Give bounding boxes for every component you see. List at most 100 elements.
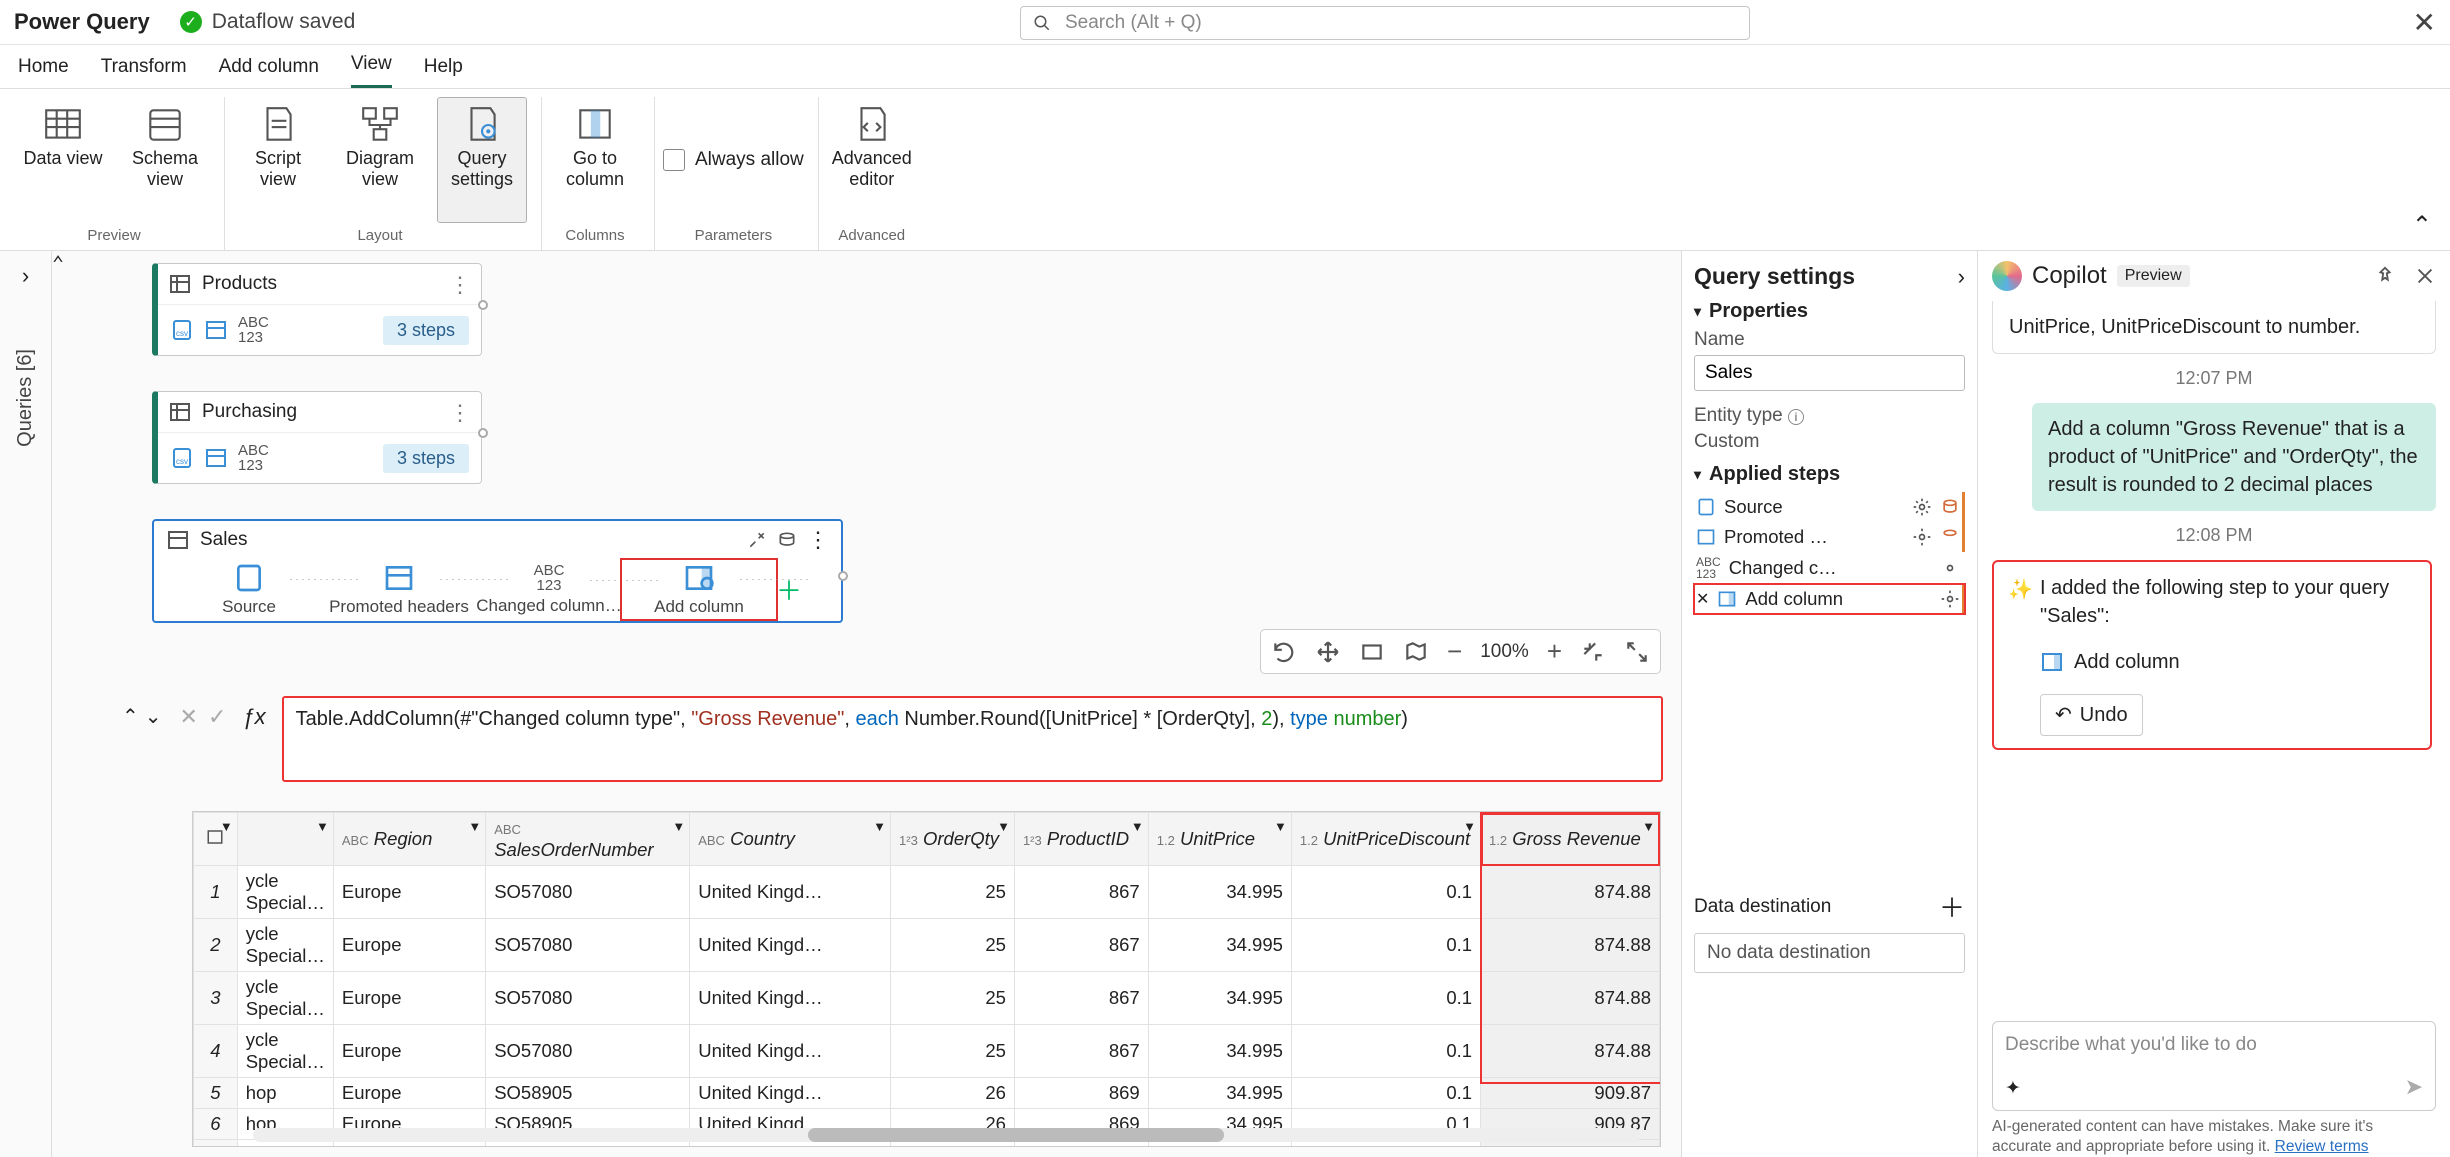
schema-view-button[interactable]: Schema view bbox=[120, 97, 210, 223]
menu-transform[interactable]: Transform bbox=[101, 56, 187, 88]
port-dot[interactable] bbox=[478, 300, 488, 310]
close-button[interactable]: ✕ bbox=[2413, 6, 2436, 39]
zoom-in-button[interactable]: + bbox=[1547, 636, 1562, 667]
advanced-editor-button[interactable]: Advanced editor bbox=[827, 97, 917, 223]
fit-icon[interactable] bbox=[1359, 639, 1385, 665]
menu-help[interactable]: Help bbox=[424, 56, 463, 88]
horizontal-scrollbar[interactable] bbox=[253, 1128, 1640, 1142]
formula-expand-button[interactable]: ⌃ bbox=[52, 251, 64, 275]
script-view-button[interactable]: Script view bbox=[233, 97, 323, 223]
applied-steps-section[interactable]: Applied steps bbox=[1694, 463, 1965, 486]
step-next-button[interactable]: ⌄ bbox=[145, 704, 162, 729]
column-header[interactable]: ABC Country▼ bbox=[690, 813, 891, 866]
query-card-products[interactable]: Products ⋮ csv ABC123 3 steps bbox=[152, 263, 482, 356]
expand-diagonal-icon[interactable] bbox=[1624, 639, 1650, 665]
goto-column-icon bbox=[574, 104, 616, 146]
collapse-diagonal-icon[interactable] bbox=[1580, 639, 1606, 665]
csv-icon: csv bbox=[170, 446, 194, 470]
column-header[interactable]: 1.2 UnitPriceDiscount▼ bbox=[1291, 813, 1480, 866]
name-input[interactable] bbox=[1694, 355, 1965, 391]
query-settings-icon bbox=[461, 104, 503, 146]
step-changed-column[interactable]: ABC123 Changed column… bbox=[474, 563, 624, 616]
data-destination-section[interactable]: Data destination bbox=[1694, 896, 1831, 918]
diagram-canvas[interactable]: Products ⋮ csv ABC123 3 steps Purchasing… bbox=[52, 251, 1682, 1157]
info-icon[interactable]: i bbox=[1788, 409, 1804, 425]
applied-step-source[interactable]: Source bbox=[1694, 492, 1965, 522]
applied-step-promoted[interactable]: Promoted … bbox=[1694, 522, 1965, 552]
applied-step-add-column[interactable]: ✕ Add column bbox=[1694, 584, 1965, 614]
card-menu-button[interactable]: ⋮ bbox=[449, 279, 471, 290]
undo-button[interactable]: ↶ Undo bbox=[2040, 694, 2143, 736]
no-destination-box[interactable]: No data destination bbox=[1694, 933, 1965, 973]
steps-badge[interactable]: 3 steps bbox=[383, 316, 469, 345]
query-card-purchasing[interactable]: Purchasing ⋮ csv ABC123 3 steps bbox=[152, 391, 482, 484]
gear-icon[interactable] bbox=[1940, 589, 1960, 609]
query-card-sales[interactable]: Sales ⋮ Source Promoted headers ABC123 bbox=[152, 519, 843, 623]
gear-icon[interactable] bbox=[1912, 497, 1932, 517]
copilot-input[interactable]: Describe what you'd like to do ✦ ➤ bbox=[1992, 1021, 2436, 1111]
query-settings-button[interactable]: Query settings bbox=[437, 97, 527, 223]
datasource-icon[interactable] bbox=[777, 530, 797, 550]
scrollbar-thumb[interactable] bbox=[808, 1128, 1224, 1142]
menu-add-column[interactable]: Add column bbox=[219, 56, 319, 88]
column-header[interactable]: ABC Region▼ bbox=[333, 813, 485, 866]
column-header[interactable]: 1.2 UnitPrice▼ bbox=[1148, 813, 1291, 866]
gear-icon[interactable] bbox=[1940, 558, 1960, 578]
card-menu-button[interactable]: ⋮ bbox=[807, 527, 829, 553]
search-box[interactable]: Search (Alt + Q) bbox=[1020, 6, 1750, 40]
properties-section[interactable]: Properties bbox=[1694, 300, 1965, 323]
port-dot[interactable] bbox=[478, 428, 488, 438]
step-add-column[interactable]: Add column bbox=[624, 562, 774, 617]
table-row[interactable]: 2ycle Special…EuropeSO57080United Kingd…… bbox=[194, 919, 1660, 972]
card-menu-button[interactable]: ⋮ bbox=[449, 407, 471, 418]
column-header[interactable]: ▼ bbox=[237, 813, 333, 866]
table-row[interactable]: 3ycle Special…EuropeSO57080United Kingd…… bbox=[194, 972, 1660, 1025]
table-row[interactable]: 4ycle Special…EuropeSO57080United Kingd…… bbox=[194, 1025, 1660, 1078]
commit-formula-button[interactable]: ✓ bbox=[208, 704, 226, 730]
datasource-icon[interactable] bbox=[1940, 527, 1960, 547]
entity-type-value: Custom bbox=[1694, 431, 1965, 453]
menu-view[interactable]: View bbox=[351, 53, 392, 88]
menu-home[interactable]: Home bbox=[18, 56, 69, 88]
search-icon bbox=[1033, 14, 1051, 32]
goto-column-button[interactable]: Go to column bbox=[550, 97, 640, 223]
zoom-out-button[interactable]: − bbox=[1447, 636, 1462, 667]
close-copilot-button[interactable] bbox=[2414, 265, 2436, 287]
column-header[interactable]: 1²3 ProductID▼ bbox=[1014, 813, 1148, 866]
collapse-icon[interactable] bbox=[747, 530, 767, 550]
send-button[interactable]: ➤ bbox=[2405, 1074, 2423, 1100]
steps-badge[interactable]: 3 steps bbox=[383, 444, 469, 473]
pin-icon[interactable] bbox=[2374, 265, 2396, 287]
gear-icon[interactable] bbox=[1912, 527, 1932, 547]
minimap-icon[interactable] bbox=[1403, 639, 1429, 665]
collapse-settings-button[interactable]: › bbox=[1958, 264, 1965, 290]
advanced-editor-icon bbox=[851, 104, 893, 146]
cancel-formula-button[interactable]: ✕ bbox=[180, 704, 198, 730]
step-prev-button[interactable]: ⌃ bbox=[122, 704, 139, 729]
port-dot[interactable] bbox=[838, 571, 848, 581]
data-view-button[interactable]: Data view bbox=[18, 97, 108, 223]
wand-icon: ✨ bbox=[2008, 576, 2033, 604]
applied-step-changed[interactable]: ABC123 Changed c… bbox=[1694, 552, 1965, 584]
sparkle-icon[interactable]: ✦ bbox=[2005, 1077, 2021, 1100]
diagram-view-button[interactable]: Diagram view bbox=[335, 97, 425, 223]
step-promoted-headers[interactable]: Promoted headers bbox=[324, 562, 474, 617]
column-header[interactable]: ▼ bbox=[194, 813, 238, 866]
review-terms-link[interactable]: Review terms bbox=[2275, 1138, 2369, 1155]
add-destination-button[interactable]: ＋ bbox=[1939, 888, 1965, 925]
always-allow-check[interactable]: Always allow bbox=[663, 97, 804, 223]
formula-bar[interactable]: Table.AddColumn(#"Changed column type", … bbox=[282, 696, 1663, 782]
table-row[interactable]: 1ycle Special…EuropeSO57080United Kingd…… bbox=[194, 866, 1660, 919]
step-source[interactable]: Source bbox=[174, 562, 324, 617]
preview-table[interactable]: ▼▼ABC Region▼ABC SalesOrderNumber▼ABC Co… bbox=[192, 811, 1661, 1147]
table-row[interactable]: 5hopEuropeSO58905United Kingd…2686934.99… bbox=[194, 1078, 1660, 1109]
column-header[interactable]: ABC SalesOrderNumber▼ bbox=[486, 813, 690, 866]
column-header[interactable]: 1.2 Gross Revenue▼ bbox=[1481, 813, 1660, 866]
column-header[interactable]: 1²3 OrderQty▼ bbox=[891, 813, 1015, 866]
pan-icon[interactable] bbox=[1315, 639, 1341, 665]
expand-queries-button[interactable]: › bbox=[22, 263, 29, 289]
ribbon-collapse-button[interactable]: ⌃ bbox=[2412, 211, 2432, 240]
delete-step-button[interactable]: ✕ bbox=[1696, 589, 1709, 609]
datasource-icon[interactable] bbox=[1940, 497, 1960, 517]
undo-icon[interactable] bbox=[1271, 639, 1297, 665]
